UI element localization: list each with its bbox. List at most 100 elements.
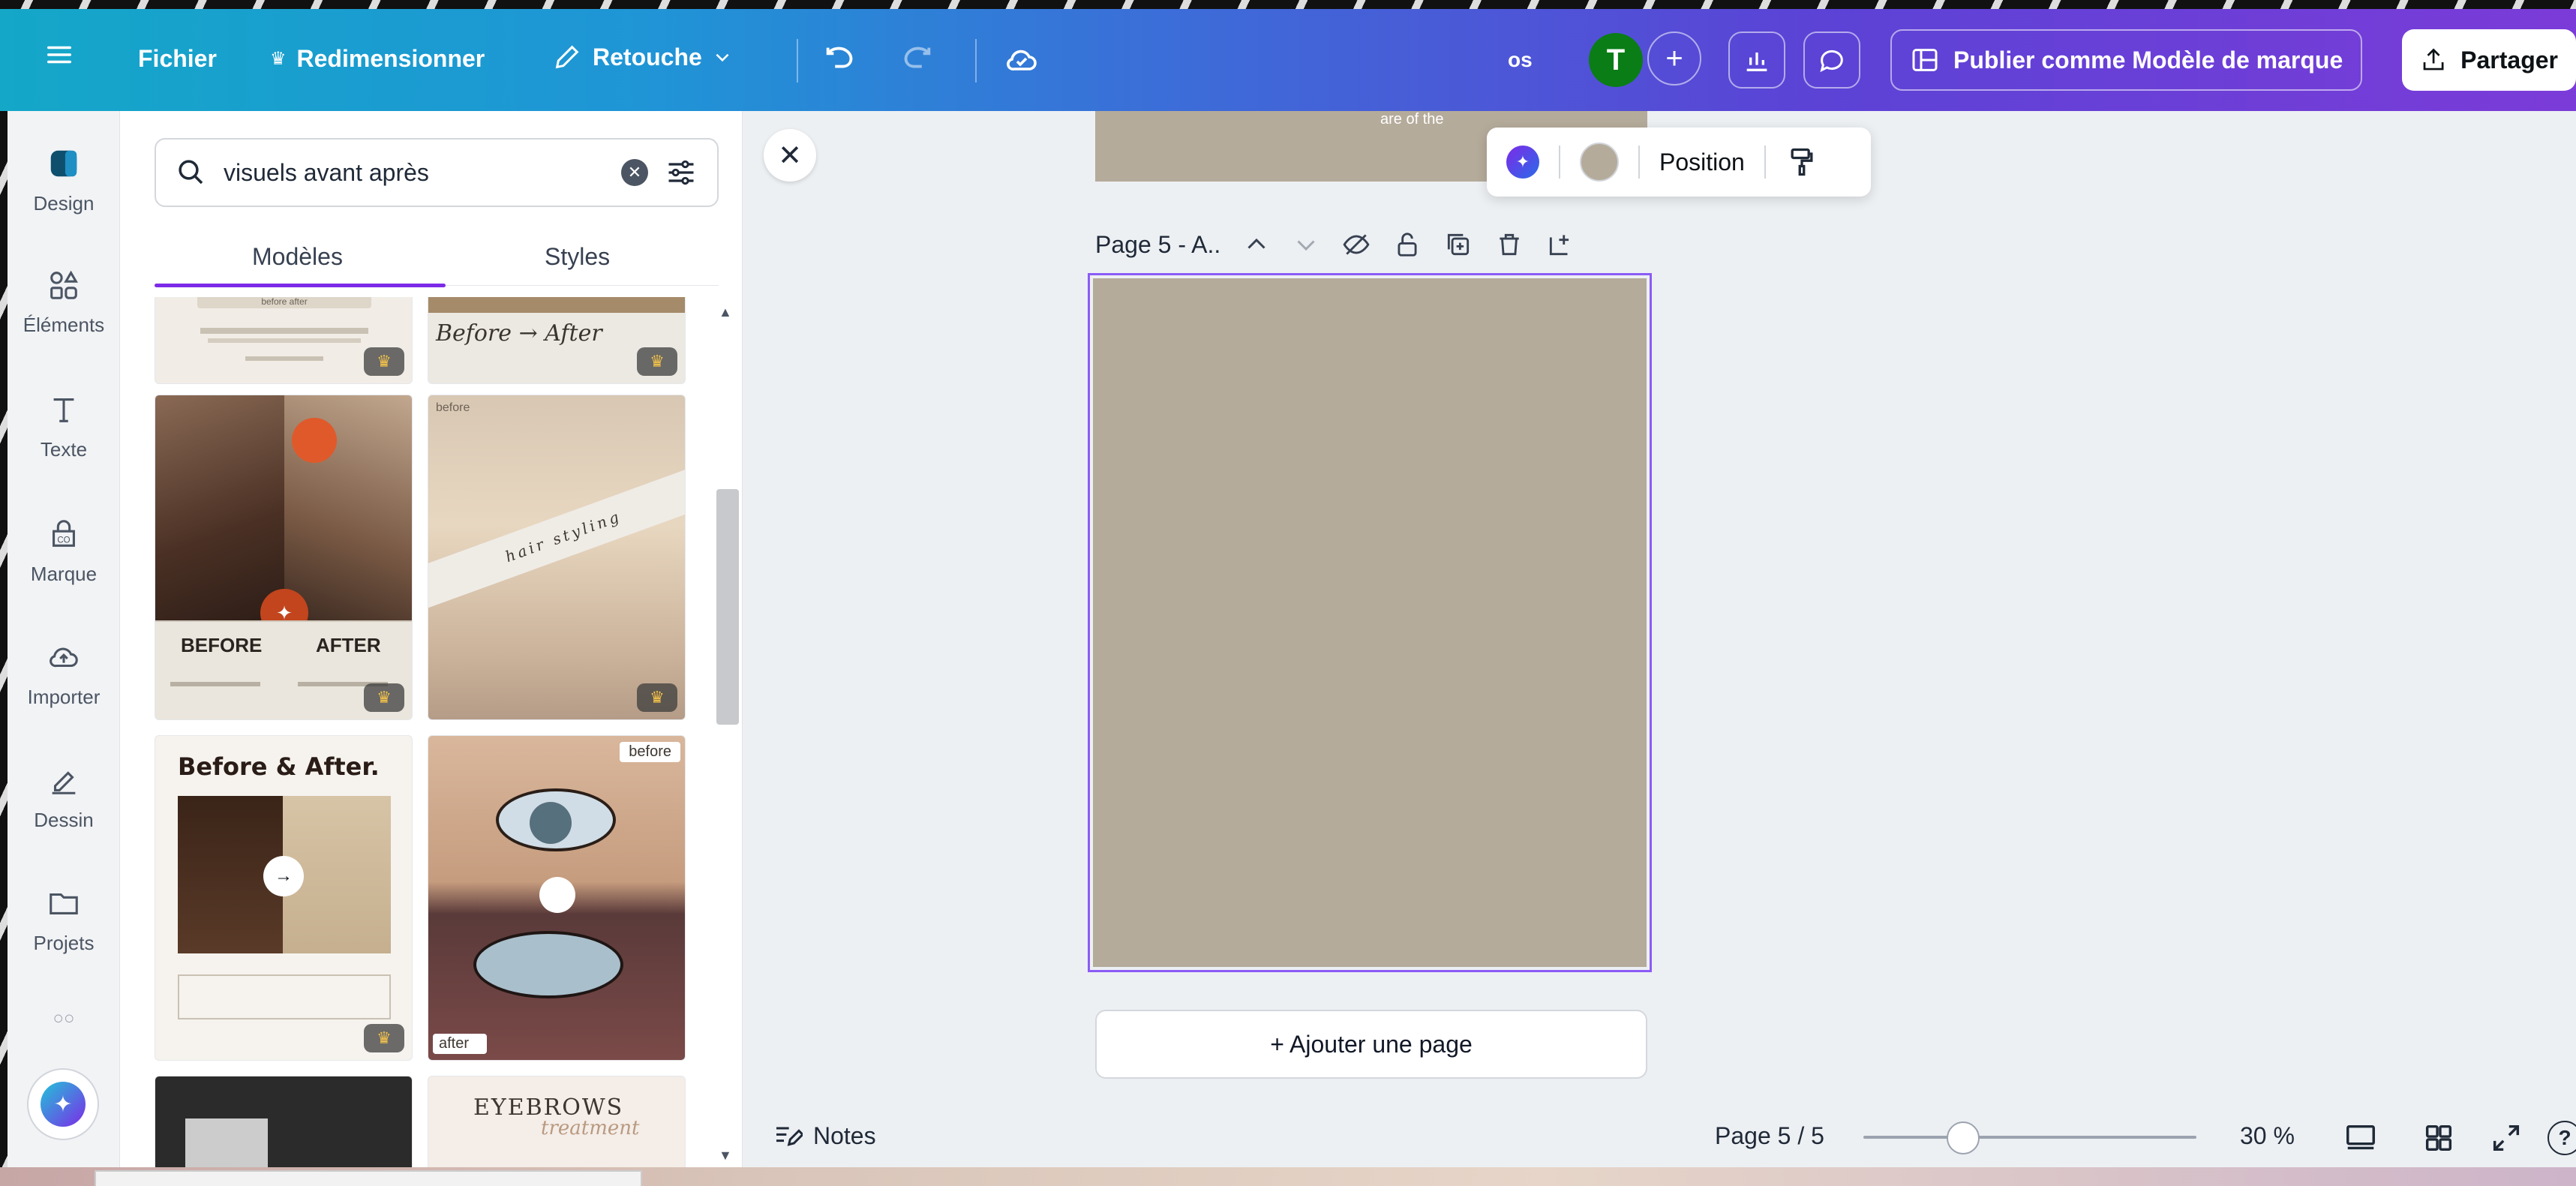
fullscreen-icon[interactable]: [2489, 1121, 2523, 1155]
template-card[interactable]: Before → After ♛: [428, 297, 686, 384]
page-title[interactable]: Page 5 - A..: [1095, 231, 1220, 259]
search-input[interactable]: visuels avant après ✕: [155, 138, 719, 207]
upload-icon: [44, 638, 83, 677]
template-card[interactable]: [155, 1076, 413, 1167]
color-swatch[interactable]: [1580, 143, 1619, 182]
avatar[interactable]: T: [1589, 33, 1643, 87]
template-card[interactable]: Before & After. → ♛: [155, 735, 413, 1061]
page-background[interactable]: [1093, 278, 1647, 967]
tab-templates[interactable]: Modèles: [252, 243, 343, 271]
template-card[interactable]: before after: [428, 735, 686, 1061]
sidebar-item-elements[interactable]: Éléments: [8, 266, 120, 337]
search-icon: [179, 160, 203, 185]
divider: [975, 39, 977, 83]
sidebar-rail: Design Éléments Texte CO Marque Importer…: [8, 111, 120, 1167]
card-subtitle: treatment: [541, 1117, 640, 1139]
before-label: BEFORE: [181, 634, 263, 656]
premium-crown-icon: ♛: [637, 347, 677, 376]
premium-crown-icon: ♛: [364, 347, 404, 376]
duplicate-page-icon[interactable]: [1444, 230, 1473, 259]
position-button[interactable]: Position: [1659, 149, 1745, 176]
bar-chart-icon: [1746, 53, 1767, 71]
zoom-slider-track[interactable]: [1863, 1136, 2196, 1139]
sidebar-item-label: Éléments: [23, 314, 105, 336]
chevron-up-icon[interactable]: [1243, 231, 1270, 258]
template-card[interactable]: EYEBROWS treatment: [428, 1076, 686, 1167]
search-value: visuels avant après: [224, 158, 429, 186]
top-bar: Fichier ♛ Redimensionner Retouche os T +…: [0, 9, 2576, 111]
plus-icon: +: [1665, 41, 1683, 75]
sidebar-item-brand[interactable]: CO Marque: [8, 515, 120, 586]
add-page-icon[interactable]: [1546, 230, 1575, 259]
iris-top: [530, 802, 572, 844]
add-page-button[interactable]: + Ajouter une page: [1095, 1010, 1647, 1079]
zoom-level[interactable]: 30 %: [2240, 1122, 2295, 1150]
undo-button[interactable]: [822, 42, 857, 77]
sidebar-item-draw[interactable]: Dessin: [8, 761, 120, 832]
add-page-label: + Ajouter une page: [1270, 1030, 1473, 1058]
retouch-menu[interactable]: Retouche: [552, 42, 732, 72]
redo-button[interactable]: [900, 42, 935, 77]
sidebar-item-label: Marque: [30, 563, 98, 585]
page-canvas[interactable]: [1088, 273, 1652, 972]
close-icon: ✕: [778, 140, 802, 172]
before-tag: before: [620, 742, 680, 762]
retouch-label: Retouche: [593, 43, 702, 71]
template-card[interactable]: ✦ BEFORE AFTER ♛: [155, 395, 413, 720]
file-menu[interactable]: Fichier: [138, 45, 217, 73]
scroll-down-arrow[interactable]: ▼: [719, 1148, 732, 1163]
sidebar-item-design[interactable]: Design: [8, 144, 120, 215]
template-card[interactable]: before after ♛: [155, 297, 413, 384]
card-title: Before & After.: [178, 752, 380, 781]
notes-button[interactable]: Notes: [773, 1121, 876, 1151]
chevron-down-icon[interactable]: [1293, 231, 1320, 258]
sidebar-item-projects[interactable]: Projets: [8, 884, 120, 955]
taskbar-window: [95, 1170, 642, 1186]
share-button[interactable]: Partager: [2402, 29, 2576, 91]
share-label: Partager: [2460, 46, 2558, 74]
template-grid: before after ♛ Before → After ♛ ✦ BEFORE…: [155, 297, 719, 1167]
insights-button[interactable]: [1728, 32, 1785, 89]
hide-page-icon[interactable]: [1342, 230, 1371, 259]
help-icon[interactable]: ?: [2547, 1121, 2576, 1155]
sidebar-item-label: Dessin: [34, 809, 94, 831]
resize-label: Redimensionner: [296, 45, 485, 72]
magic-edit-icon[interactable]: ✦: [1506, 146, 1539, 179]
page-indicator[interactable]: Page 5 / 5: [1715, 1122, 1824, 1150]
lock-icon[interactable]: [1393, 230, 1422, 259]
comments-button[interactable]: [1803, 32, 1860, 89]
panel-tabs: Modèles Styles: [155, 233, 719, 287]
hamburger-icon: [47, 46, 71, 64]
menu-button[interactable]: [45, 41, 74, 69]
sidebar-item-text[interactable]: Texte: [8, 390, 120, 461]
grid-view-icon[interactable]: [2421, 1121, 2456, 1155]
magic-assistant-button[interactable]: ✦: [27, 1068, 99, 1140]
project-name[interactable]: os: [1508, 48, 1533, 72]
template-icon: [1912, 49, 1938, 71]
filter-icon[interactable]: [665, 156, 698, 189]
scroll-up-arrow[interactable]: ▲: [719, 305, 732, 320]
sidebar-item-more[interactable]: ○○: [8, 1008, 120, 1029]
sidebar-item-upload[interactable]: Importer: [8, 638, 120, 709]
card-title: Before → After: [436, 320, 602, 347]
brand-icon: CO: [44, 515, 83, 554]
panel-scrollbar[interactable]: [716, 489, 739, 725]
template-card[interactable]: before hair styling ♛: [428, 395, 686, 720]
invite-button[interactable]: +: [1647, 32, 1701, 86]
tab-styles[interactable]: Styles: [545, 243, 610, 271]
resize-button[interactable]: ♛ Redimensionner: [270, 45, 485, 73]
save-status-button[interactable]: [1004, 42, 1040, 78]
flower-shape: [292, 418, 337, 463]
pencil-icon: [555, 45, 579, 69]
paint-roller-icon[interactable]: [1785, 146, 1818, 179]
page-view-icon[interactable]: [2343, 1121, 2378, 1155]
publish-brand-template-button[interactable]: Publier comme Modèle de marque: [1890, 29, 2363, 91]
trash-icon[interactable]: [1495, 230, 1524, 259]
close-panel-button[interactable]: ✕: [764, 129, 816, 182]
text-line: [245, 356, 323, 361]
undo-icon: [826, 47, 853, 68]
clear-search-icon[interactable]: ✕: [621, 159, 648, 186]
zoom-slider-handle[interactable]: [1947, 1121, 1980, 1154]
photo-thumb: [185, 1118, 268, 1167]
divider: [1638, 146, 1640, 179]
